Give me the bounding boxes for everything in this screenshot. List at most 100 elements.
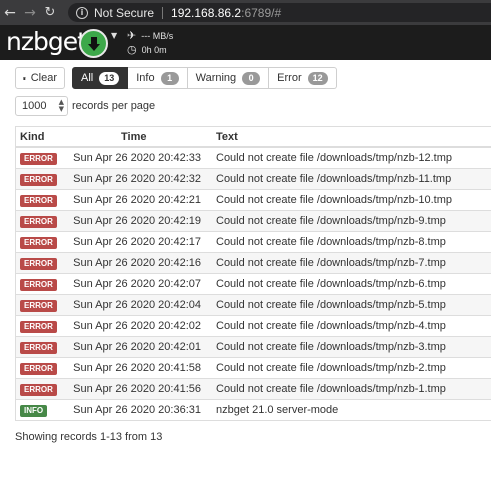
- error-badge: ERROR: [20, 173, 57, 186]
- records-per-page-value: 1000: [22, 100, 47, 112]
- tab-all[interactable]: All 13: [72, 67, 129, 89]
- message-cell: Could not create file /downloads/tmp/nzb…: [216, 257, 446, 269]
- app-navbar: nzbget ▼ ✈ --- MB/s ◷ 0h 0m: [0, 25, 491, 60]
- tab-all-count: 13: [99, 71, 120, 85]
- message-cell: Could not create file /downloads/tmp/nzb…: [216, 383, 446, 395]
- table-header: Kind Time Text: [16, 127, 491, 148]
- time-cell: Sun Apr 26 2020 20:42:21: [73, 194, 201, 206]
- records-per-page-label: records per page: [72, 100, 156, 112]
- kind-cell: ERROR: [16, 257, 72, 270]
- message-cell: Could not create file /downloads/tmp/nzb…: [216, 299, 446, 311]
- time-cell: Sun Apr 26 2020 20:42:32: [73, 173, 201, 185]
- kind-cell: ERROR: [16, 362, 72, 375]
- column-header-time[interactable]: Time: [72, 131, 201, 143]
- table-row: INFO Sun Apr 26 2020 20:36:31 nzbget 21.0 …: [16, 400, 491, 421]
- kind-cell: ERROR: [16, 194, 72, 207]
- airplane-icon: ✈: [127, 29, 137, 42]
- message-cell: nzbget 21.0 server-mode: [216, 404, 339, 416]
- tab-all-label: All: [81, 72, 94, 84]
- tab-info-count: 1: [160, 71, 179, 85]
- message-cell: Could not create file /downloads/tmp/nzb…: [216, 320, 446, 332]
- kind-cell: ERROR: [16, 215, 72, 228]
- time-cell: Sun Apr 26 2020 20:41:56: [73, 383, 201, 395]
- message-cell: Could not create file /downloads/tmp/nzb…: [216, 215, 446, 227]
- table-row: ERROR Sun Apr 26 2020 20:42:02 Could not c…: [16, 316, 491, 337]
- address-divider: [162, 6, 164, 19]
- time-cell: Sun Apr 26 2020 20:42:07: [73, 278, 201, 290]
- select-updown-icon: ▲ ▼: [58, 98, 64, 113]
- tab-error[interactable]: Error 12: [269, 67, 337, 89]
- error-badge: ERROR: [20, 278, 57, 291]
- error-badge: ERROR: [20, 257, 57, 270]
- logo-prefix: nzb: [6, 27, 49, 56]
- download-speed: ✈ --- MB/s: [127, 29, 173, 42]
- column-header-text[interactable]: Text: [201, 131, 238, 143]
- time-cell: Sun Apr 26 2020 20:36:31: [73, 404, 201, 416]
- message-cell: Could not create file /downloads/tmp/nzb…: [216, 341, 446, 353]
- browser-toolbar: ← → ↻ i Not Secure 192.168.86.2 :6789/#: [0, 0, 491, 25]
- chevron-down-icon[interactable]: ▼: [111, 31, 117, 40]
- download-toggle-button[interactable]: [79, 29, 108, 58]
- error-badge: ERROR: [20, 320, 57, 333]
- table-row: ERROR Sun Apr 26 2020 20:42:33 Could not c…: [16, 148, 491, 169]
- time-cell: Sun Apr 26 2020 20:42:19: [73, 215, 201, 227]
- download-arrow-icon: [87, 36, 100, 51]
- nzbget-logo[interactable]: nzbget: [6, 27, 87, 56]
- table-row: ERROR Sun Apr 26 2020 20:42:01 Could not c…: [16, 337, 491, 358]
- log-filter-tabs: All 13 Info 1 Warning 0 Error 12: [72, 67, 337, 89]
- message-cell: Could not create file /downloads/tmp/nzb…: [216, 152, 453, 164]
- info-icon[interactable]: i: [76, 6, 88, 19]
- time-cell: Sun Apr 26 2020 20:42:02: [73, 320, 201, 332]
- time-cell: Sun Apr 26 2020 20:42:04: [73, 299, 201, 311]
- tab-info-label: Info: [136, 72, 155, 84]
- error-badge: ERROR: [20, 341, 57, 354]
- tab-info[interactable]: Info 1: [128, 67, 188, 89]
- table-row: ERROR Sun Apr 26 2020 20:42:04 Could not c…: [16, 295, 491, 316]
- table-row: ERROR Sun Apr 26 2020 20:41:58 Could not c…: [16, 358, 491, 379]
- kind-cell: ERROR: [16, 320, 72, 333]
- message-cell: Could not create file /downloads/tmp/nzb…: [216, 236, 446, 248]
- forward-arrow-icon[interactable]: →: [20, 0, 40, 25]
- error-badge: ERROR: [20, 362, 57, 375]
- kind-cell: ERROR: [16, 383, 72, 396]
- table-row: ERROR Sun Apr 26 2020 20:42:21 Could not c…: [16, 190, 491, 211]
- error-badge: ERROR: [20, 152, 57, 165]
- address-bar[interactable]: i Not Secure 192.168.86.2 :6789/#: [68, 3, 491, 22]
- records-summary: Showing records 1-13 from 13: [15, 431, 163, 443]
- reload-icon[interactable]: ↻: [40, 0, 60, 25]
- table-body: ERROR Sun Apr 26 2020 20:42:33 Could not c…: [16, 148, 491, 421]
- error-badge: ERROR: [20, 299, 57, 312]
- table-row: ERROR Sun Apr 26 2020 20:42:32 Could not c…: [16, 169, 491, 190]
- log-table: Kind Time Text ERROR Sun Apr 26 2020 20:4…: [15, 126, 491, 421]
- security-label: Not Secure: [94, 5, 155, 20]
- table-row: ERROR Sun Apr 26 2020 20:42:19 Could not c…: [16, 211, 491, 232]
- kind-cell: INFO: [16, 404, 72, 417]
- table-row: ERROR Sun Apr 26 2020 20:42:17 Could not c…: [16, 232, 491, 253]
- column-header-kind[interactable]: Kind: [16, 131, 72, 143]
- back-arrow-icon[interactable]: ←: [0, 0, 20, 25]
- message-cell: Could not create file /downloads/tmp/nzb…: [216, 362, 446, 374]
- kind-cell: ERROR: [16, 173, 72, 186]
- remaining-time: ◷ 0h 0m: [127, 43, 167, 56]
- kind-cell: ERROR: [16, 278, 72, 291]
- tab-warning[interactable]: Warning 0: [187, 67, 270, 89]
- kind-cell: ERROR: [16, 236, 72, 249]
- time-cell: Sun Apr 26 2020 20:41:58: [73, 362, 201, 374]
- kind-cell: ERROR: [16, 152, 72, 165]
- clear-button-label: Clear: [30, 72, 57, 84]
- time-cell: Sun Apr 26 2020 20:42:33: [73, 152, 201, 164]
- error-badge: ERROR: [20, 194, 57, 207]
- table-row: ERROR Sun Apr 26 2020 20:42:16 Could not c…: [16, 253, 491, 274]
- url-host: 192.168.86.2: [171, 5, 242, 20]
- error-badge: ERROR: [20, 215, 57, 228]
- records-per-page-select[interactable]: 1000 ▲ ▼: [15, 96, 68, 116]
- message-cell: Could not create file /downloads/tmp/nzb…: [216, 194, 453, 206]
- error-badge: ERROR: [20, 236, 57, 249]
- clear-button[interactable]: Clear: [15, 67, 65, 89]
- table-row: ERROR Sun Apr 26 2020 20:42:07 Could not c…: [16, 274, 491, 295]
- message-cell: Could not create file /downloads/tmp/nzb…: [216, 278, 446, 290]
- tab-error-count: 12: [307, 71, 328, 85]
- kind-cell: ERROR: [16, 299, 72, 312]
- time-cell: Sun Apr 26 2020 20:42:16: [73, 257, 201, 269]
- tab-error-label: Error: [277, 72, 302, 84]
